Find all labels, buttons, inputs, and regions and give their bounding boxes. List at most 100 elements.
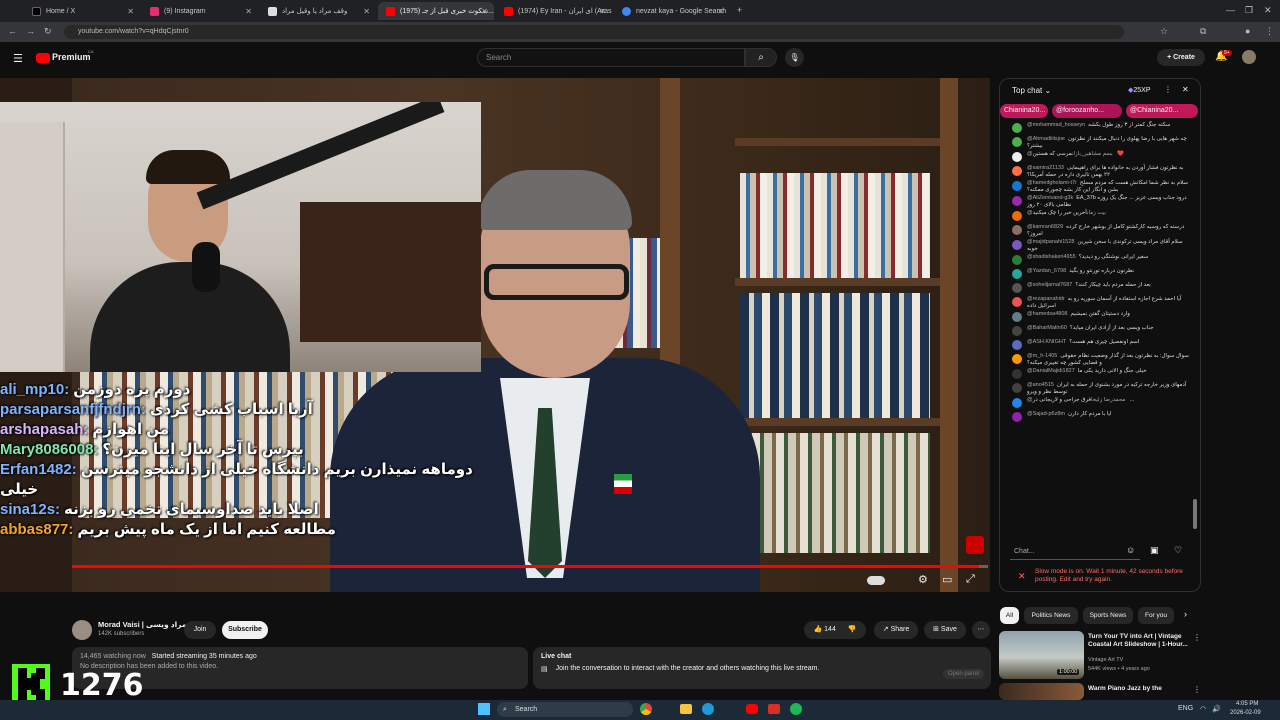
chat-message[interactable]: @soheiljamal7687 بعد از حمله مردم باید چی…	[1000, 281, 1200, 295]
chat-username[interactable]: @BaharMatin60	[1027, 325, 1067, 331]
chat-avatar[interactable]	[1012, 383, 1022, 393]
chat-message[interactable]: @hamedgholami-t7r سلام به نظر شما امکانش …	[1000, 179, 1200, 194]
chat-message[interactable]: @محمدرضا زلیخافرق جراحی و لاریجانی در ..…	[1000, 396, 1200, 410]
close-tab-icon[interactable]: ✕	[481, 7, 488, 16]
wifi-icon[interactable]: ◠	[1200, 705, 1206, 713]
fullscreen-icon[interactable]: ⤢	[966, 573, 975, 586]
bookmark-star-icon[interactable]: ☆	[1160, 26, 1168, 37]
edge-icon[interactable]	[702, 703, 714, 715]
chat-username[interactable]: @hamedgholami-t7r	[1027, 180, 1077, 186]
emoji-icon[interactable]: ☺	[1126, 545, 1135, 555]
chevron-right-icon[interactable]: ›	[1184, 609, 1187, 619]
chat-username[interactable]: @ano4515	[1027, 382, 1054, 388]
file-explorer-icon[interactable]	[680, 704, 692, 714]
save-button[interactable]: ⊞ Save	[924, 621, 966, 639]
forward-icon[interactable]: →	[26, 26, 35, 36]
chat-message[interactable]: @DanialMajidi1827 خیلی جنگ و الانی دارید …	[1000, 367, 1200, 381]
chat-avatar[interactable]	[1012, 152, 1022, 162]
youtube-app-icon[interactable]	[746, 704, 758, 714]
language-indicator[interactable]: ENG	[1178, 705, 1193, 712]
chat-message[interactable]: @majidpanahi1528 سلام آقای مراد ویسی ترکو…	[1000, 238, 1200, 253]
chat-message[interactable]: @بیت زمانآخرین خبر را چک میکنید	[1000, 209, 1200, 223]
chat-avatar[interactable]	[1012, 369, 1022, 379]
chat-scrollbar[interactable]	[1193, 499, 1197, 529]
gmail-icon[interactable]	[768, 704, 780, 714]
chat-avatar[interactable]	[1012, 297, 1022, 307]
autoplay-toggle[interactable]	[867, 576, 885, 585]
chat-avatar[interactable]	[1012, 255, 1022, 265]
chat-username[interactable]: @m_h-1405	[1027, 353, 1057, 359]
chat-username[interactable]: @majidpanahi1528	[1027, 239, 1074, 245]
close-window-icon[interactable]: ✕	[1264, 5, 1272, 16]
chat-username[interactable]: @kamran6829	[1027, 224, 1063, 230]
chat-avatar[interactable]	[1012, 196, 1022, 206]
channel-name[interactable]: Morad Vaisi | مراد ویسی	[98, 620, 186, 629]
windows-start-icon[interactable]	[478, 703, 490, 715]
chat-message[interactable]: @samira21133 به نظرتون فشار آوردن به خانو…	[1000, 164, 1200, 179]
chat-avatar[interactable]	[1012, 326, 1022, 336]
chat-username[interactable]: @ASH.KNIGHT	[1027, 339, 1066, 345]
chat-username[interactable]: @samira21133	[1027, 165, 1064, 171]
more-options-icon[interactable]: ⋮	[1193, 685, 1201, 694]
chat-username[interactable]: @soheiljamal7687	[1027, 282, 1072, 288]
close-chat-icon[interactable]: ✕	[1182, 85, 1189, 94]
chat-avatar[interactable]	[1012, 312, 1022, 322]
video-thumbnail[interactable]	[999, 683, 1084, 700]
chat-message[interactable]: @Ahmadiiiisjoe چه شهر هایی با رضا پهلوی ر…	[1000, 135, 1200, 150]
ticker-chip[interactable]: @foroozanho...	[1052, 104, 1122, 118]
theater-mode-icon[interactable]: ▭	[942, 573, 952, 586]
volume-icon[interactable]: 🔊	[1212, 705, 1221, 713]
chat-username[interactable]: @DanialMajidi1827	[1027, 368, 1075, 374]
chat-message[interactable]: @rezapanahidr آیا احمد شرع اجازه استفاده …	[1000, 295, 1200, 310]
chat-message[interactable]: @m_h-1405 سوال سوال: به نظرتون بعد از گذا…	[1000, 352, 1200, 367]
chat-message[interactable]: @بسم مشاهیر_بازانمرسی که هستین ❤️	[1000, 150, 1200, 164]
chat-username[interactable]: @rezapanahidr	[1027, 296, 1065, 302]
chat-message[interactable]: @ASH.KNIGHT اسم اونفصیل چیزی هم هست؟	[1000, 338, 1200, 352]
chat-avatar[interactable]	[1012, 166, 1022, 176]
chat-message[interactable]: @Yazdan_6798 نظرتون درباره تورنتو رو بگید	[1000, 267, 1200, 281]
recommendation-title[interactable]: Turn Your TV into Art | Vintage Coastal …	[1088, 633, 1188, 649]
profile-icon[interactable]: ●	[1245, 26, 1250, 36]
chrome-icon[interactable]	[640, 703, 652, 715]
share-button[interactable]: ↗ Share	[874, 621, 918, 639]
like-button[interactable]: 👍 144 👎	[804, 621, 866, 639]
tab-x[interactable]: Home / X ✕	[24, 2, 140, 20]
channel-avatar[interactable]	[72, 620, 92, 640]
tab-youtube-2[interactable]: (1974) Ey Iran - ای ایران (Arash... ✕	[496, 2, 612, 20]
xp-badge[interactable]: ◆25XP	[1128, 86, 1151, 94]
top-chat-dropdown[interactable]: Top chat ⌄	[1012, 86, 1051, 95]
join-button[interactable]: Join	[184, 621, 216, 639]
menu-dots-icon[interactable]: ⋮	[1265, 26, 1274, 37]
video-player[interactable]: ali_mp10: دورم پره دوزمن parsaparsanfjfndj…	[0, 78, 990, 592]
chat-avatar[interactable]	[1012, 181, 1022, 191]
close-tab-icon[interactable]: ✕	[127, 7, 134, 16]
ticker-chip[interactable]: @Chianina20...	[1126, 104, 1198, 118]
close-tab-icon[interactable]: ✕	[599, 7, 606, 16]
chat-avatar[interactable]	[1012, 123, 1022, 133]
clock-date[interactable]: 2026-02-09	[1230, 710, 1261, 716]
voice-search-button[interactable]: 🎙	[785, 48, 804, 67]
recommendation-item[interactable]: Warm Piano Jazz by the ⋮	[999, 683, 1269, 700]
close-tab-icon[interactable]: ✕	[717, 7, 724, 16]
chat-username[interactable]: @AliZeinivand-g3k	[1027, 195, 1073, 201]
chat-username[interactable]: @Ahmadiiiisjoe	[1027, 136, 1065, 142]
chat-message[interactable]: @mohammad_hosseyn سکته جنگ کمتر از ۳ روز …	[1000, 121, 1200, 135]
chat-avatar[interactable]	[1012, 412, 1022, 422]
recommendation-item[interactable]: 1:00:00 Turn Your TV into Art | Vintage …	[999, 631, 1269, 681]
chat-message[interactable]: @Sajad-p6z8m ایا با مردم کار دارن	[1000, 410, 1200, 424]
youtube-logo-text[interactable]: Premium	[52, 52, 91, 62]
taskbar-search[interactable]: ⌕ Search	[497, 702, 633, 717]
chat-message[interactable]: @hamedsa4808 وارد دستیتان گفتن نمیشیم	[1000, 310, 1200, 324]
chat-avatar[interactable]	[1012, 283, 1022, 293]
chat-avatar[interactable]	[1012, 398, 1022, 408]
chat-message[interactable]: @AliZeinivand-g3k EA_37b درود جناب ویسی ع…	[1000, 194, 1200, 209]
chat-username[interactable]: @shadishakeri4955	[1027, 254, 1076, 260]
close-notice-icon[interactable]: ✕	[1018, 572, 1026, 581]
create-button[interactable]: + Create	[1157, 49, 1205, 66]
search-button[interactable]: ⌕	[745, 48, 777, 67]
chat-avatar[interactable]	[1012, 340, 1022, 350]
restore-icon[interactable]: ❐	[1245, 5, 1253, 16]
more-options-icon[interactable]: ⋮	[1193, 633, 1201, 642]
super-chat-icon[interactable]: ▣	[1150, 545, 1159, 556]
ticker-chip[interactable]: Chianina20...	[1000, 104, 1048, 118]
